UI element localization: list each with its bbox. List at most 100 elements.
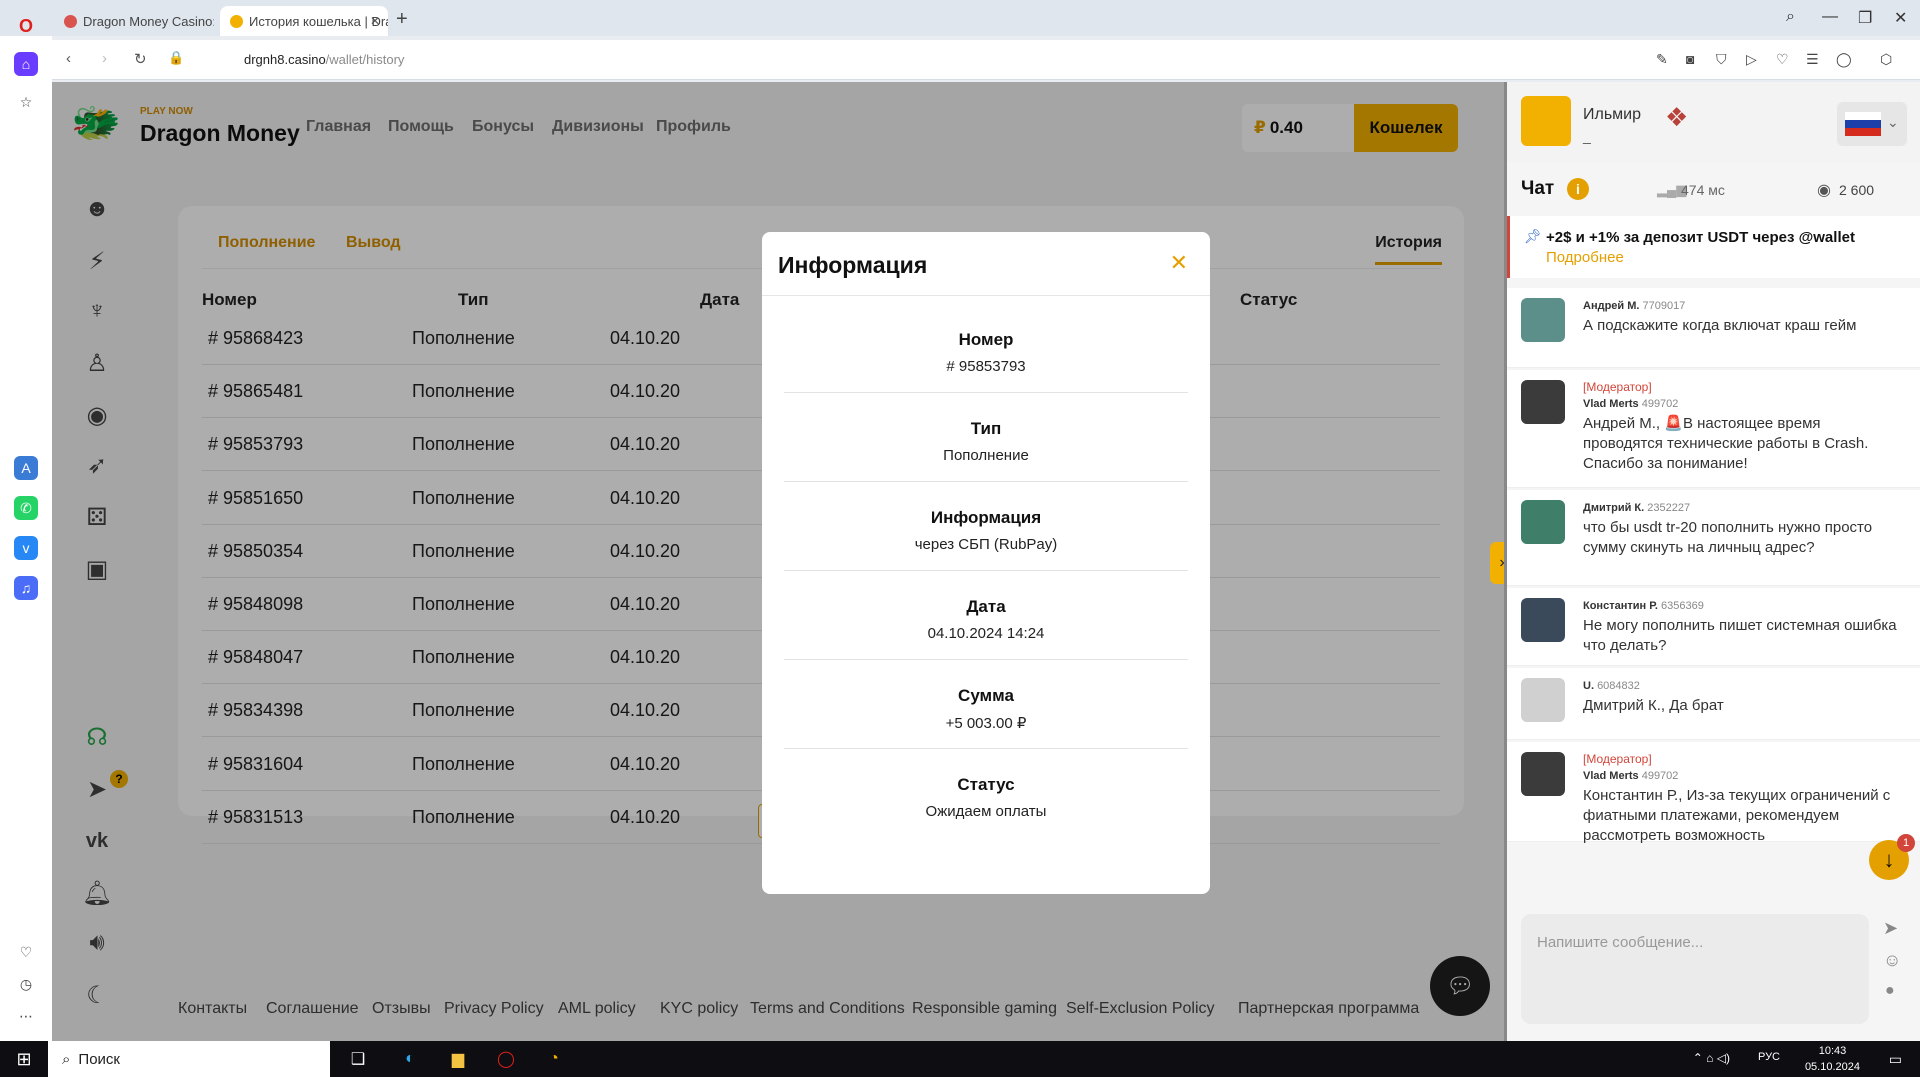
modal-field-value: через СБП (RubPay): [914, 536, 1058, 553]
chat-message[interactable]: Андрей М. 7709017 А подскажите когда вклю…: [1507, 288, 1920, 368]
edge-icon[interactable]: ◐: [398, 1047, 422, 1071]
list-icon[interactable]: ☰: [1806, 51, 1819, 68]
taskbar-search[interactable]: ⌕ Поиск: [48, 1041, 330, 1077]
chat-input-placeholder: Напишите сообщение...: [1537, 934, 1704, 951]
browser-tab[interactable]: Dragon Money Casino: c: [54, 6, 214, 36]
task-view-icon[interactable]: ❑: [346, 1047, 370, 1071]
opera-sidebar: O ⌂ ☆ A ✆ v ♫ ♡ ◷ ⋯: [0, 16, 52, 1041]
modal-field-value: +5 003.00 ₽: [945, 715, 1027, 732]
minimize-icon[interactable]: —: [1822, 8, 1838, 26]
windows-start-icon[interactable]: ⊞: [12, 1047, 36, 1071]
opera-logo-icon[interactable]: O: [14, 14, 38, 38]
message-author[interactable]: U. 6084832: [1583, 680, 1640, 692]
info-modal: Информация ✕ Номер # 95853793 Тип Пополнени…: [762, 232, 1210, 894]
chevron-down-icon: ⌄: [1887, 114, 1899, 130]
profile-icon[interactable]: ◯: [1836, 51, 1852, 68]
more-icon[interactable]: ⋯: [14, 1004, 38, 1028]
clock[interactable]: 10:43 05.10.2024: [1805, 1043, 1860, 1075]
author-id: 7709017: [1642, 300, 1686, 312]
pin-icon: 📌︎: [1524, 228, 1542, 244]
url-field[interactable]: drgnh8.casino/wallet/history: [244, 52, 404, 67]
whatsapp-icon[interactable]: ✆: [14, 496, 38, 520]
app-icon[interactable]: ◔: [542, 1047, 566, 1071]
modal-field-label: Статус: [957, 775, 1015, 794]
message-author[interactable]: Константин Р. 6356369: [1583, 600, 1704, 612]
explorer-icon[interactable]: ▆: [446, 1047, 470, 1071]
avatar[interactable]: [1521, 96, 1571, 146]
message-author[interactable]: Vlad Merts 499702: [1583, 770, 1678, 782]
browser-tab-active[interactable]: История кошелька | Drag ✕: [220, 6, 388, 36]
chat-message[interactable]: U. 6084832 Дмитрий К., Да брат: [1507, 668, 1920, 740]
message-text: Не могу пополнить пишет системная ошибка…: [1583, 617, 1897, 654]
avatar[interactable]: [1521, 298, 1565, 342]
chat-header: Ильмир _ ❖ ⌄: [1507, 82, 1920, 162]
extensions-icon[interactable]: ⬡: [1880, 51, 1892, 68]
russia-flag-icon: [1845, 112, 1881, 136]
chat-input[interactable]: Напишите сообщение...: [1521, 914, 1869, 1024]
history-icon[interactable]: ◷: [14, 972, 38, 996]
avatar[interactable]: [1521, 500, 1565, 544]
url-domain: drgnh8.casino: [244, 52, 326, 67]
avatar[interactable]: [1521, 678, 1565, 722]
message-author[interactable]: Vlad Merts 499702: [1583, 398, 1678, 410]
send-icon[interactable]: ➤: [1883, 918, 1898, 939]
emoji-icon[interactable]: ☺: [1883, 950, 1901, 971]
close-window-icon[interactable]: ✕: [1894, 8, 1907, 28]
author-id: 6084832: [1597, 680, 1640, 692]
modal-field-label: Сумма: [958, 686, 1014, 705]
search-tabs-icon[interactable]: ⌕: [1786, 8, 1795, 26]
star-icon[interactable]: ☆: [14, 90, 38, 114]
author-name: Дмитрий К.: [1583, 502, 1645, 514]
reload-icon[interactable]: ↻: [134, 50, 147, 68]
app-store-icon[interactable]: A: [14, 456, 38, 480]
shield-icon[interactable]: ⛉: [1716, 51, 1727, 68]
chat-message[interactable]: [Модератор] Vlad Merts 499702 Константин Р…: [1507, 742, 1920, 844]
message-author[interactable]: Андрей М. 7709017: [1583, 300, 1685, 312]
back-icon[interactable]: ‹: [66, 50, 71, 67]
modal-field: Сумма +5 003.00 ₽: [784, 660, 1188, 749]
avatar[interactable]: [1521, 752, 1565, 796]
close-icon[interactable]: ✕: [1170, 250, 1188, 276]
camera-icon[interactable]: ◙: [1686, 51, 1694, 67]
music-icon[interactable]: ♫: [14, 576, 38, 600]
vk-icon[interactable]: v: [14, 536, 38, 560]
info-icon[interactable]: i: [1567, 178, 1589, 200]
chat-message[interactable]: [Модератор] Vlad Merts 499702 Андрей М., 🚨…: [1507, 370, 1920, 488]
pinned-link[interactable]: Подробнее: [1546, 249, 1624, 266]
opera-icon[interactable]: ◯: [494, 1047, 518, 1071]
tray-icons[interactable]: ⌃ ⌂ ◁): [1693, 1051, 1730, 1065]
chat-message[interactable]: Константин Р. 6356369 Не могу пополнить п…: [1507, 588, 1920, 666]
chat-message[interactable]: Дмитрий К. 2352227 что бы usdt tr-20 попо…: [1507, 490, 1920, 586]
rank-badge-icon: ❖: [1665, 102, 1689, 132]
drop-icon[interactable]: ●: [1885, 982, 1895, 1000]
message-text: Константин Р., Из-за текущих ограничений…: [1583, 787, 1891, 844]
notifications-icon[interactable]: ▭: [1889, 1051, 1902, 1068]
language-selector[interactable]: ⌄: [1837, 102, 1907, 146]
avatar[interactable]: [1521, 598, 1565, 642]
unread-badge: 1: [1897, 834, 1915, 852]
forward-icon[interactable]: ›: [102, 50, 107, 67]
author-id: 6356369: [1661, 600, 1704, 612]
clock-time: 10:43: [1818, 1045, 1847, 1057]
close-tab-icon[interactable]: ✕: [370, 14, 380, 28]
new-tab-button[interactable]: +: [396, 8, 408, 31]
address-bar: ‹ › ↻ 🔒 drgnh8.casino/wallet/history ✎ ◙…: [52, 40, 1920, 80]
message-author[interactable]: Дмитрий К. 2352227: [1583, 502, 1690, 514]
play-icon[interactable]: ▷: [1746, 51, 1757, 68]
user-name: Ильмир: [1583, 106, 1642, 123]
pinned-text: +2$ и +1% за депозит USDT через @wallet: [1546, 229, 1855, 246]
avatar[interactable]: [1521, 380, 1565, 424]
maximize-icon[interactable]: ❐: [1858, 8, 1872, 28]
edit-icon[interactable]: ✎: [1656, 51, 1668, 68]
lock-icon: 🔒: [168, 50, 185, 65]
modal-field: Информация через СБП (RubPay): [784, 482, 1188, 571]
message-text: что бы usdt tr-20 пополнить нужно просто…: [1583, 519, 1873, 556]
modal-field-label: Тип: [970, 419, 1002, 438]
home-icon[interactable]: ⌂: [14, 52, 38, 76]
favorite-icon[interactable]: ♡: [1776, 51, 1789, 68]
pinned-message[interactable]: 📌︎ +2$ и +1% за депозит USDT через @wall…: [1507, 216, 1920, 278]
heart-icon[interactable]: ♡: [14, 940, 38, 964]
modal-field-label: Информация: [930, 508, 1042, 527]
author-name: Vlad Merts: [1583, 770, 1639, 782]
language-indicator[interactable]: РУС: [1758, 1051, 1780, 1063]
